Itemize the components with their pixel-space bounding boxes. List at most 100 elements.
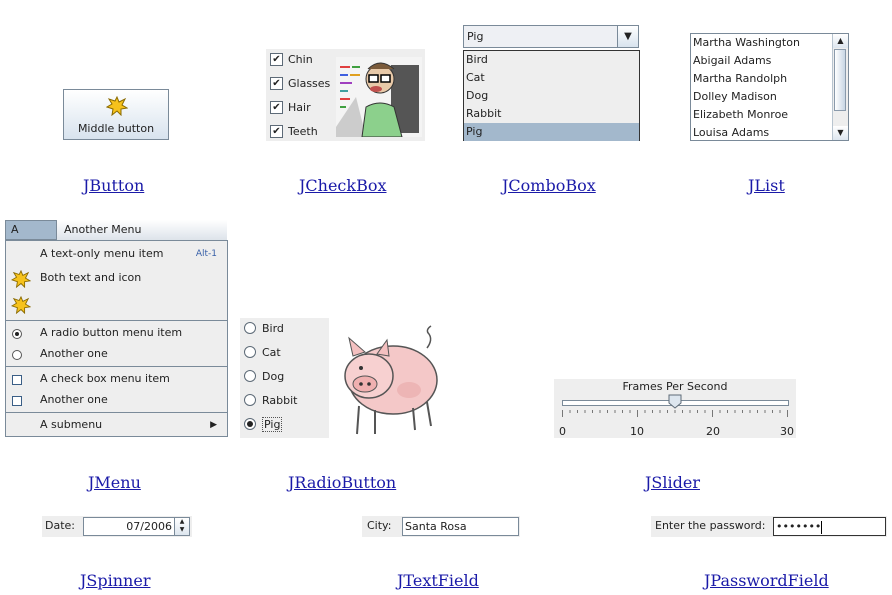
slider-title: Frames Per Second — [622, 380, 728, 393]
combobox-option[interactable]: Dog — [464, 87, 639, 105]
checkbox-box[interactable]: ✔ — [270, 100, 283, 114]
checkbox-label: Hair — [288, 100, 311, 114]
caption-jbutton[interactable]: JButton — [83, 176, 144, 195]
checkbox-icon — [12, 396, 22, 406]
list-scrollbar[interactable]: ▲ ▼ — [832, 34, 848, 140]
password-field[interactable]: ••••••• — [773, 517, 886, 536]
checkbox-chin[interactable]: ✔ Chin — [270, 49, 313, 69]
radio-cat[interactable]: Cat — [244, 342, 281, 362]
caption-jspinner[interactable]: JSpinner — [80, 571, 150, 590]
slider-ticks — [562, 410, 788, 417]
scrollbar-thumb[interactable] — [834, 49, 846, 111]
caption-jpasswordfield[interactable]: JPasswordField — [704, 571, 829, 590]
caption-jlist[interactable]: JList — [748, 176, 785, 195]
menu-a-menu[interactable]: A Menu — [5, 220, 57, 254]
menu-item-label: A submenu — [40, 418, 103, 431]
radio-label: Bird — [262, 321, 284, 335]
menu-item-label: Another one — [40, 393, 108, 406]
slider-label-10: 10 — [630, 425, 644, 438]
checkbox-panel: ✔ Chin ✔ Glasses ✔ Hair ✔ Teeth — [266, 49, 425, 141]
checkbox-teeth[interactable]: ✔ Teeth — [270, 121, 318, 141]
caption-jcombobox[interactable]: JComboBox — [502, 176, 596, 195]
list-item[interactable]: Elizabeth Monroe — [691, 106, 848, 124]
menu-separator — [6, 320, 227, 321]
radio-circle[interactable] — [244, 394, 256, 406]
menu-popup: A text-only menu item Alt-1 Both text an… — [5, 240, 228, 437]
date-spinner-field[interactable]: 07/2006 — [83, 517, 175, 536]
checkbox-label: Chin — [288, 52, 313, 66]
combobox-option[interactable]: Rabbit — [464, 105, 639, 123]
menu-item-text-and-icon[interactable]: Both text and icon — [6, 267, 227, 289]
list-item[interactable]: Dolley Madison — [691, 88, 848, 106]
spinner-label: Date: — [45, 519, 75, 532]
radio-bird[interactable]: Bird — [244, 318, 284, 338]
combobox-field[interactable]: Pig ▼ — [463, 25, 639, 48]
checkbox-label: Glasses — [288, 76, 331, 90]
checkbox-glasses[interactable]: ✔ Glasses — [270, 73, 330, 93]
chevron-down-icon[interactable]: ▼ — [617, 26, 638, 47]
radio-dog[interactable]: Dog — [244, 366, 284, 386]
radio-circle[interactable] — [244, 322, 256, 334]
radio-icon — [12, 350, 22, 360]
scroll-up-icon[interactable]: ▲ — [833, 34, 848, 48]
radio-rabbit[interactable]: Rabbit — [244, 390, 297, 410]
slider-label-20: 20 — [706, 425, 720, 438]
combobox-option[interactable]: Bird — [464, 51, 639, 69]
slider-label-0: 0 — [559, 425, 566, 438]
radio-pig[interactable]: Pig — [244, 414, 283, 434]
menu-item-icon-only[interactable] — [6, 293, 227, 315]
radio-label: Dog — [262, 369, 285, 383]
checkbox-box[interactable]: ✔ — [270, 124, 283, 138]
combobox-option-selected[interactable]: Pig — [464, 123, 639, 141]
menu-item-radio-2[interactable]: Another one — [6, 343, 227, 365]
menu-item-label: A radio button menu item — [40, 326, 183, 339]
menu-item-check-1[interactable]: A check box menu item — [6, 368, 227, 390]
caption-jtextfield[interactable]: JTextField — [397, 571, 479, 590]
chevron-right-icon: ▶ — [210, 420, 217, 430]
middle-button-label: Middle button — [77, 122, 155, 135]
menu-item-radio-1[interactable]: A radio button menu item — [6, 322, 227, 344]
spinner-up-icon[interactable]: ▲ — [175, 518, 189, 526]
slider-thumb[interactable] — [668, 394, 682, 409]
password-label: Enter the password: — [655, 519, 766, 532]
menu-item-label: Another one — [40, 347, 108, 360]
checkbox-hair[interactable]: ✔ Hair — [270, 97, 311, 117]
checkbox-label: Teeth — [288, 124, 318, 138]
pig-image — [329, 318, 451, 438]
radio-circle[interactable] — [244, 346, 256, 358]
menu-item-label: Both text and icon — [40, 271, 142, 284]
caption-jslider[interactable]: JSlider — [645, 473, 700, 492]
password-value: ••••••• — [776, 520, 822, 533]
caption-jradiobutton[interactable]: JRadioButton — [288, 473, 396, 492]
star-icon — [10, 295, 32, 322]
list-item[interactable]: Abigail Adams — [691, 52, 848, 70]
combobox-option[interactable]: Cat — [464, 69, 639, 87]
spinner-down-icon[interactable]: ▼ — [175, 526, 189, 534]
menu-item-check-2[interactable]: Another one — [6, 389, 227, 411]
menu-another-menu[interactable]: Another Menu — [59, 220, 147, 240]
menu-item-label: A check box menu item — [40, 372, 170, 385]
list-item[interactable]: Louisa Adams — [691, 124, 848, 140]
star-icon — [105, 95, 129, 119]
caption-jmenu[interactable]: JMenu — [88, 473, 141, 492]
list-item[interactable]: Martha Washington — [691, 34, 848, 52]
menu-separator — [6, 412, 227, 413]
checkbox-icon — [12, 375, 22, 385]
city-label: City: — [367, 519, 392, 532]
presidents-wives-list[interactable]: Martha Washington Abigail Adams Martha R… — [690, 33, 849, 141]
list-item[interactable]: Martha Randolph — [691, 70, 848, 88]
city-field[interactable]: Santa Rosa — [402, 517, 519, 536]
radio-selected-icon — [12, 329, 22, 339]
menu-bar: A Menu Another Menu — [5, 220, 227, 254]
text-caret — [821, 520, 823, 534]
caption-jcheckbox[interactable]: JCheckBox — [299, 176, 387, 195]
middle-button[interactable]: Middle button — [63, 89, 169, 140]
radio-label: Cat — [262, 345, 281, 359]
radio-circle-selected[interactable] — [244, 418, 256, 430]
checkbox-box[interactable]: ✔ — [270, 76, 283, 90]
menu-item-text-only[interactable]: A text-only menu item Alt-1 — [6, 243, 227, 265]
menu-item-submenu[interactable]: A submenu ▶ — [6, 414, 227, 436]
checkbox-box[interactable]: ✔ — [270, 52, 283, 66]
radio-circle[interactable] — [244, 370, 256, 382]
scroll-down-icon[interactable]: ▼ — [833, 126, 848, 140]
